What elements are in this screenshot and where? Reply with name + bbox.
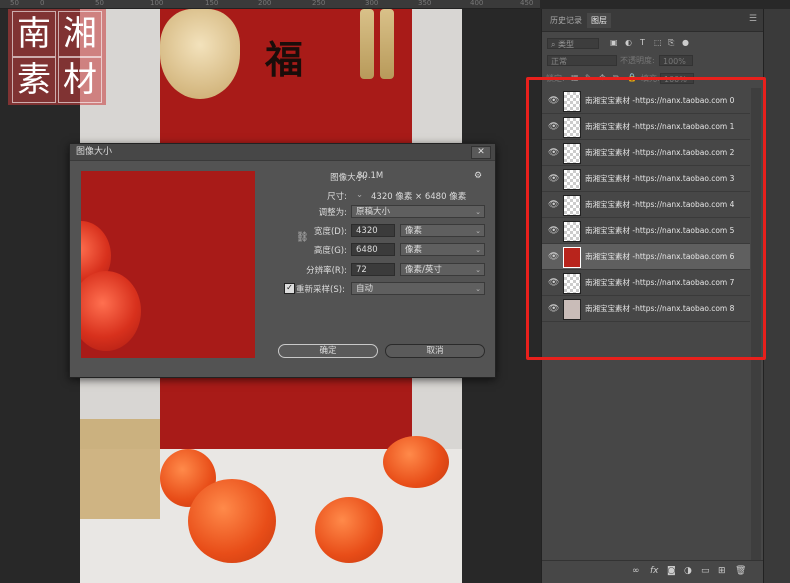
type-filter-icon[interactable]: T	[640, 38, 645, 47]
link-icon[interactable]: ∞	[632, 566, 640, 576]
fx-icon[interactable]: fx	[650, 566, 659, 576]
bamboo-lantern	[160, 9, 240, 99]
dims-value: 4320 像素 × 6480 像素	[371, 192, 467, 202]
folder-icon[interactable]: ▭	[701, 566, 710, 576]
paper-lantern	[188, 479, 276, 563]
ruler-mark: 50	[10, 0, 19, 7]
right-toolbar-strip	[763, 9, 790, 583]
ok-button[interactable]: 确定	[278, 344, 378, 358]
size-value: 80.1M	[357, 171, 384, 181]
fit-select[interactable]: 原稿大小 ⌄	[351, 205, 485, 218]
watermark-logo: 南湘 素材	[8, 9, 106, 105]
size-label: 图像大小:	[330, 173, 367, 183]
ruler-mark: 0	[40, 0, 45, 7]
ruler-mark: 400	[470, 0, 484, 7]
tassel	[380, 9, 394, 79]
resample-label: 重新采样(S):	[296, 285, 345, 295]
height-field[interactable]: 6480	[351, 243, 395, 256]
blend-row: 正常 不透明度: 100%	[542, 53, 763, 69]
dims-label: 尺寸:	[327, 192, 347, 202]
image-size-dialog: 图像大小 ✕ 图像大小: 80.1M ⚙ 尺寸: ⌄ 4320 像素 × 648…	[69, 143, 496, 378]
ruler-mark: 50	[95, 0, 104, 7]
tab-layers[interactable]: 图层	[587, 13, 611, 28]
ruler-mark: 250	[312, 0, 326, 7]
logo-char: 素	[12, 57, 56, 103]
kind-filter-label: 类型	[558, 40, 575, 49]
toggle-filter-icon[interactable]: ●	[682, 38, 689, 47]
bamboo-stool	[80, 419, 160, 519]
preview-ball	[81, 271, 141, 351]
chevron-down-icon[interactable]: ⌄	[356, 190, 363, 200]
logo-char: 南	[12, 11, 56, 57]
ruler-mark: 350	[418, 0, 432, 7]
kind-filter[interactable]: ⌕ 类型	[547, 38, 599, 49]
smart-filter-icon[interactable]: ⎘	[668, 38, 674, 48]
paper-lantern	[315, 497, 383, 563]
width-field[interactable]: 4320	[351, 224, 395, 237]
chevron-down-icon: ⌄	[475, 208, 481, 216]
chevron-down-icon: ⌄	[475, 285, 481, 293]
ruler-mark: 150	[205, 0, 219, 7]
resample-select[interactable]: 自动 ⌄	[351, 282, 485, 295]
adjustment-filter-icon[interactable]: ◐	[625, 38, 632, 47]
logo-char: 湘	[58, 11, 102, 57]
image-filter-icon[interactable]: ▣	[610, 38, 618, 47]
horizontal-ruler: 50 0 50 100 150 200 250 300 350 400 450	[0, 0, 540, 9]
shape-filter-icon[interactable]: ⬚	[654, 38, 662, 47]
image-preview[interactable]	[81, 171, 255, 358]
ruler-mark: 450	[520, 0, 534, 7]
search-icon: ⌕	[551, 40, 556, 49]
highlight-box	[526, 77, 766, 360]
resolution-unit-select[interactable]: 像素/英寸 ⌄	[400, 263, 485, 276]
cancel-button[interactable]: 取消	[385, 344, 485, 358]
dialog-titlebar[interactable]: 图像大小 ✕	[70, 144, 495, 161]
tassel	[360, 9, 374, 79]
close-icon[interactable]: ✕	[471, 146, 491, 159]
resample-value: 自动	[356, 284, 374, 294]
resample-checkbox[interactable]: ✓	[284, 283, 295, 294]
panel-menu-icon[interactable]: ☰	[749, 14, 757, 24]
resolution-label: 分辨率(R):	[306, 266, 347, 276]
layers-bottom-bar: ∞ fx ◙ ◑ ▭ ⊞ 🗑	[542, 560, 763, 583]
filter-row: ⌕ 类型 ▣ ◐ T ⬚ ⎘ ●	[542, 36, 763, 52]
fit-label: 调整为:	[318, 208, 347, 218]
chevron-down-icon: ⌄	[475, 246, 481, 254]
tab-history[interactable]: 历史记录	[546, 13, 586, 28]
resolution-field[interactable]: 72	[351, 263, 395, 276]
height-label: 高度(G):	[313, 246, 347, 256]
fit-value: 原稿大小	[356, 207, 391, 217]
gear-icon[interactable]: ⚙	[474, 171, 482, 181]
chevron-down-icon: ⌄	[475, 266, 481, 274]
width-unit-select[interactable]: 像素 ⌄	[400, 224, 485, 237]
trash-icon[interactable]: 🗑	[735, 566, 746, 576]
mask-icon[interactable]: ◙	[667, 566, 676, 576]
fu-character: 福	[265, 37, 304, 82]
opacity-label: 不透明度:	[620, 56, 655, 65]
height-unit-select[interactable]: 像素 ⌄	[400, 243, 485, 256]
panel-tabs: 历史记录 图层 ☰	[542, 9, 763, 32]
width-unit: 像素	[405, 226, 423, 236]
blend-mode-select[interactable]: 正常	[547, 55, 617, 66]
resolution-unit: 像素/英寸	[405, 265, 442, 275]
ruler-mark: 200	[258, 0, 272, 7]
ruler-mark: 100	[150, 0, 164, 7]
width-label: 宽度(D):	[313, 227, 347, 237]
dialog-title: 图像大小	[76, 147, 113, 157]
new-layer-icon[interactable]: ⊞	[718, 566, 726, 576]
paper-lantern	[383, 436, 449, 488]
opacity-field[interactable]: 100%	[659, 55, 693, 66]
adjustment-icon[interactable]: ◑	[684, 566, 692, 576]
chevron-down-icon: ⌄	[475, 227, 481, 235]
logo-char: 材	[58, 57, 102, 103]
ruler-mark: 300	[365, 0, 379, 7]
height-unit: 像素	[405, 245, 423, 255]
